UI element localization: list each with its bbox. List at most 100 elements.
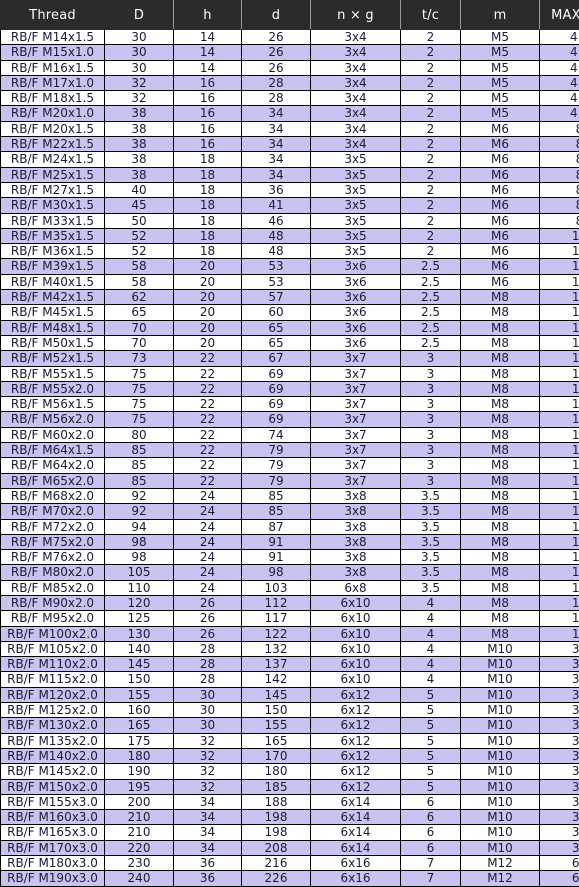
cell-m: M5 bbox=[460, 28, 540, 46]
cell-h: 22 bbox=[173, 472, 242, 489]
cell-max: 18 bbox=[539, 579, 579, 596]
cell-d: 145 bbox=[241, 686, 311, 704]
cell-max: 35 bbox=[539, 732, 579, 749]
cell-tc: 6 bbox=[400, 793, 461, 811]
cell-m: M6 bbox=[460, 227, 540, 245]
cell-d: 69 bbox=[241, 396, 311, 413]
cell-D: 62 bbox=[104, 289, 174, 306]
cell-d: 48 bbox=[241, 227, 311, 245]
cell-h: 22 bbox=[173, 457, 242, 474]
cell-thread: RB/F M90x2.0 bbox=[0, 594, 105, 612]
cell-ng: 3x8 bbox=[310, 564, 401, 581]
cell-thread: RB/F M130x2.0 bbox=[0, 717, 105, 734]
cell-m: M8 bbox=[460, 426, 540, 444]
cell-h: 28 bbox=[173, 671, 242, 688]
cell-thread: RB/F M16x1.5 bbox=[0, 59, 105, 76]
cell-tc: 2.5 bbox=[400, 319, 461, 336]
cell-ng: 3x8 bbox=[310, 503, 401, 520]
cell-m: M6 bbox=[460, 151, 540, 168]
table-header: Thread D h d n × g t/c m MAX.Nm bbox=[0, 0, 579, 30]
cell-max: 35 bbox=[539, 778, 579, 795]
cell-ng: 3x6 bbox=[310, 258, 401, 275]
cell-ng: 3x5 bbox=[310, 212, 401, 229]
cell-thread: RB/F M85x2.0 bbox=[0, 579, 105, 596]
cell-h: 24 bbox=[173, 564, 242, 581]
cell-D: 85 bbox=[104, 472, 174, 489]
cell-m: M6 bbox=[460, 166, 540, 183]
cell-m: M8 bbox=[460, 579, 540, 596]
cell-max: 35 bbox=[539, 640, 579, 658]
cell-max: 35 bbox=[539, 824, 579, 841]
cell-D: 75 bbox=[104, 396, 174, 413]
cell-D: 32 bbox=[104, 90, 174, 107]
table-row: RB/F M20x1.53816343x42M68 bbox=[0, 120, 579, 138]
column-header-max-nm: MAX.Nm bbox=[539, 0, 579, 30]
cell-thread: RB/F M80x2.0 bbox=[0, 564, 105, 581]
cell-ng: 6x10 bbox=[310, 671, 401, 688]
cell-D: 165 bbox=[104, 717, 174, 734]
cell-d: 79 bbox=[241, 472, 311, 489]
cell-d: 188 bbox=[241, 793, 311, 811]
cell-d: 79 bbox=[241, 457, 311, 474]
cell-m: M10 bbox=[460, 656, 540, 673]
cell-tc: 6 bbox=[400, 824, 461, 841]
cell-ng: 3x5 bbox=[310, 197, 401, 214]
cell-m: M10 bbox=[460, 793, 540, 811]
cell-ng: 3x4 bbox=[310, 44, 401, 61]
cell-h: 16 bbox=[173, 90, 242, 107]
table-row: RB/F M60x2.08022743x73M818 bbox=[0, 426, 579, 444]
cell-d: 137 bbox=[241, 656, 311, 673]
table-row: RB/F M95x2.0125261176x104M818 bbox=[0, 610, 579, 627]
cell-tc: 3 bbox=[400, 380, 461, 398]
cell-tc: 5 bbox=[400, 686, 461, 704]
cell-tc: 6 bbox=[400, 809, 461, 826]
cell-h: 20 bbox=[173, 273, 242, 291]
cell-tc: 3 bbox=[400, 457, 461, 474]
cell-D: 145 bbox=[104, 656, 174, 673]
cell-m: M8 bbox=[460, 487, 540, 505]
cell-max: 60 bbox=[539, 870, 579, 887]
cell-thread: RB/F M15x1.0 bbox=[0, 44, 105, 61]
cell-m: M8 bbox=[460, 564, 540, 581]
cell-m: M8 bbox=[460, 610, 540, 627]
cell-m: M8 bbox=[460, 304, 540, 321]
cell-tc: 5 bbox=[400, 763, 461, 780]
cell-max: 8 bbox=[539, 181, 579, 199]
cell-d: 155 bbox=[241, 717, 311, 734]
cell-d: 150 bbox=[241, 702, 311, 719]
cell-thread: RB/F M70x2.0 bbox=[0, 503, 105, 520]
cell-tc: 3 bbox=[400, 365, 461, 382]
cell-h: 20 bbox=[173, 334, 242, 352]
cell-max: 18 bbox=[539, 442, 579, 459]
cell-tc: 5 bbox=[400, 778, 461, 795]
cell-D: 50 bbox=[104, 212, 174, 229]
cell-d: 34 bbox=[241, 151, 311, 168]
cell-max: 18 bbox=[539, 258, 579, 275]
column-header-d-inner: d bbox=[241, 0, 311, 30]
table-row: RB/F M150x2.0195321856x125M1035 bbox=[0, 778, 579, 795]
cell-h: 24 bbox=[173, 503, 242, 520]
cell-tc: 3.5 bbox=[400, 533, 461, 551]
cell-d: 26 bbox=[241, 28, 311, 46]
cell-D: 40 bbox=[104, 181, 174, 199]
cell-m: M10 bbox=[460, 671, 540, 688]
cell-h: 22 bbox=[173, 442, 242, 459]
cell-ng: 3x7 bbox=[310, 365, 401, 382]
cell-tc: 3 bbox=[400, 350, 461, 367]
cell-d: 87 bbox=[241, 518, 311, 535]
cell-thread: RB/F M72x2.0 bbox=[0, 518, 105, 535]
cell-D: 38 bbox=[104, 120, 174, 138]
cell-m: M10 bbox=[460, 747, 540, 765]
cell-ng: 6x14 bbox=[310, 793, 401, 811]
cell-thread: RB/F M64x2.0 bbox=[0, 457, 105, 474]
cell-D: 32 bbox=[104, 74, 174, 92]
table-row: RB/F M36x1.55218483x52M618 bbox=[0, 243, 579, 260]
cell-thread: RB/F M18x1.5 bbox=[0, 90, 105, 107]
cell-h: 24 bbox=[173, 579, 242, 596]
table-row: RB/F M48x1.57020653x62.5M818 bbox=[0, 319, 579, 336]
cell-m: M8 bbox=[460, 380, 540, 398]
cell-tc: 3 bbox=[400, 442, 461, 459]
cell-ng: 6x12 bbox=[310, 747, 401, 765]
cell-d: 57 bbox=[241, 289, 311, 306]
cell-thread: RB/F M150x2.0 bbox=[0, 778, 105, 795]
